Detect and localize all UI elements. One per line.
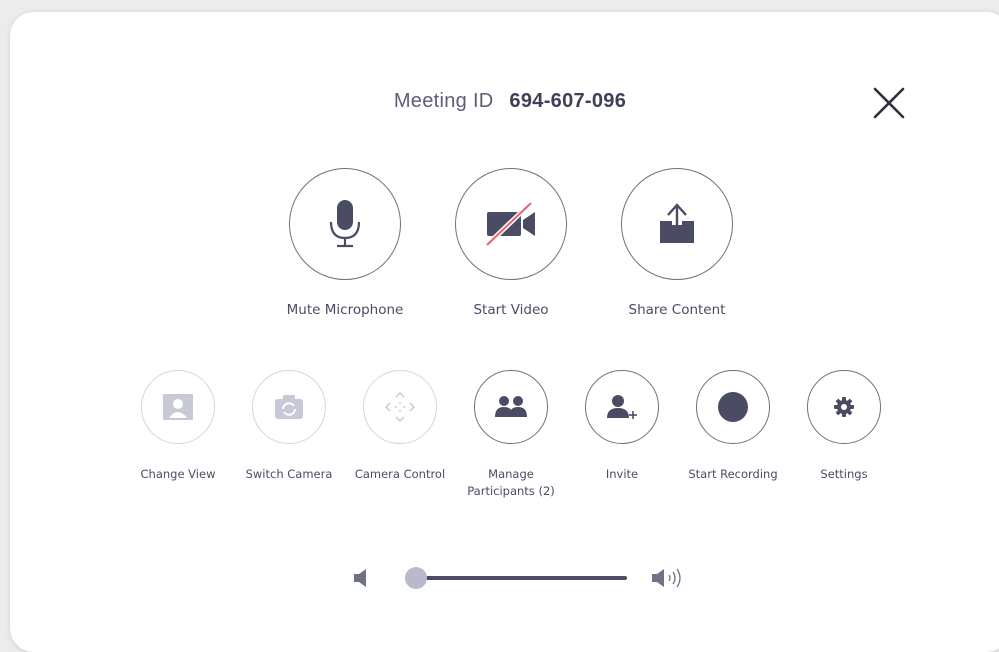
settings-button[interactable]: [807, 370, 881, 444]
camera-control-button[interactable]: [363, 370, 437, 444]
switch-camera-label: Switch Camera: [245, 467, 333, 481]
change-view-button[interactable]: [141, 370, 215, 444]
change-view-icon: [163, 394, 193, 420]
close-button[interactable]: [870, 84, 908, 122]
meeting-id-value: 694-607-096: [509, 90, 627, 112]
volume-slider-track[interactable]: [405, 567, 627, 589]
meeting-id: Meeting ID 694-607-096: [10, 90, 999, 113]
volume-low-icon[interactable]: [352, 567, 370, 589]
meeting-id-label: Meeting ID: [393, 90, 494, 112]
meeting-controls-panel: Meeting ID 694-607-096 Mute Microphone S…: [10, 12, 999, 652]
volume-control: [350, 564, 700, 594]
invite-icon: [607, 395, 637, 419]
share-icon: [660, 203, 694, 243]
volume-slider-thumb[interactable]: [405, 567, 428, 589]
share-content-button[interactable]: [621, 168, 733, 280]
change-view-label: Change View: [140, 467, 216, 481]
start-recording-label: Start Recording: [688, 467, 778, 481]
volume-high-icon[interactable]: [650, 567, 690, 589]
mute-microphone-button[interactable]: [289, 168, 401, 280]
invite-button[interactable]: [585, 370, 659, 444]
participants-icon: [495, 396, 527, 417]
video-off-icon: [485, 201, 535, 247]
manage-participants-button[interactable]: [474, 370, 548, 444]
invite-label: Invite: [605, 467, 639, 481]
share-content-label: Share Content: [628, 302, 726, 318]
microphone-icon: [329, 200, 361, 248]
manage-participants-label-line1: Manage: [488, 467, 534, 481]
manage-participants-label-line2: Participants (2): [467, 484, 555, 498]
record-icon: [718, 392, 748, 422]
gear-icon: [834, 397, 854, 417]
manage-participants-label: Manage Participants (2): [451, 466, 571, 500]
camera-control-label: Camera Control: [354, 467, 446, 481]
camera-control-icon: [384, 391, 416, 423]
start-video-button[interactable]: [455, 168, 567, 280]
start-recording-button[interactable]: [696, 370, 770, 444]
close-icon: [873, 87, 905, 119]
switch-camera-icon: [275, 395, 303, 419]
switch-camera-button[interactable]: [252, 370, 326, 444]
settings-label: Settings: [820, 467, 868, 481]
